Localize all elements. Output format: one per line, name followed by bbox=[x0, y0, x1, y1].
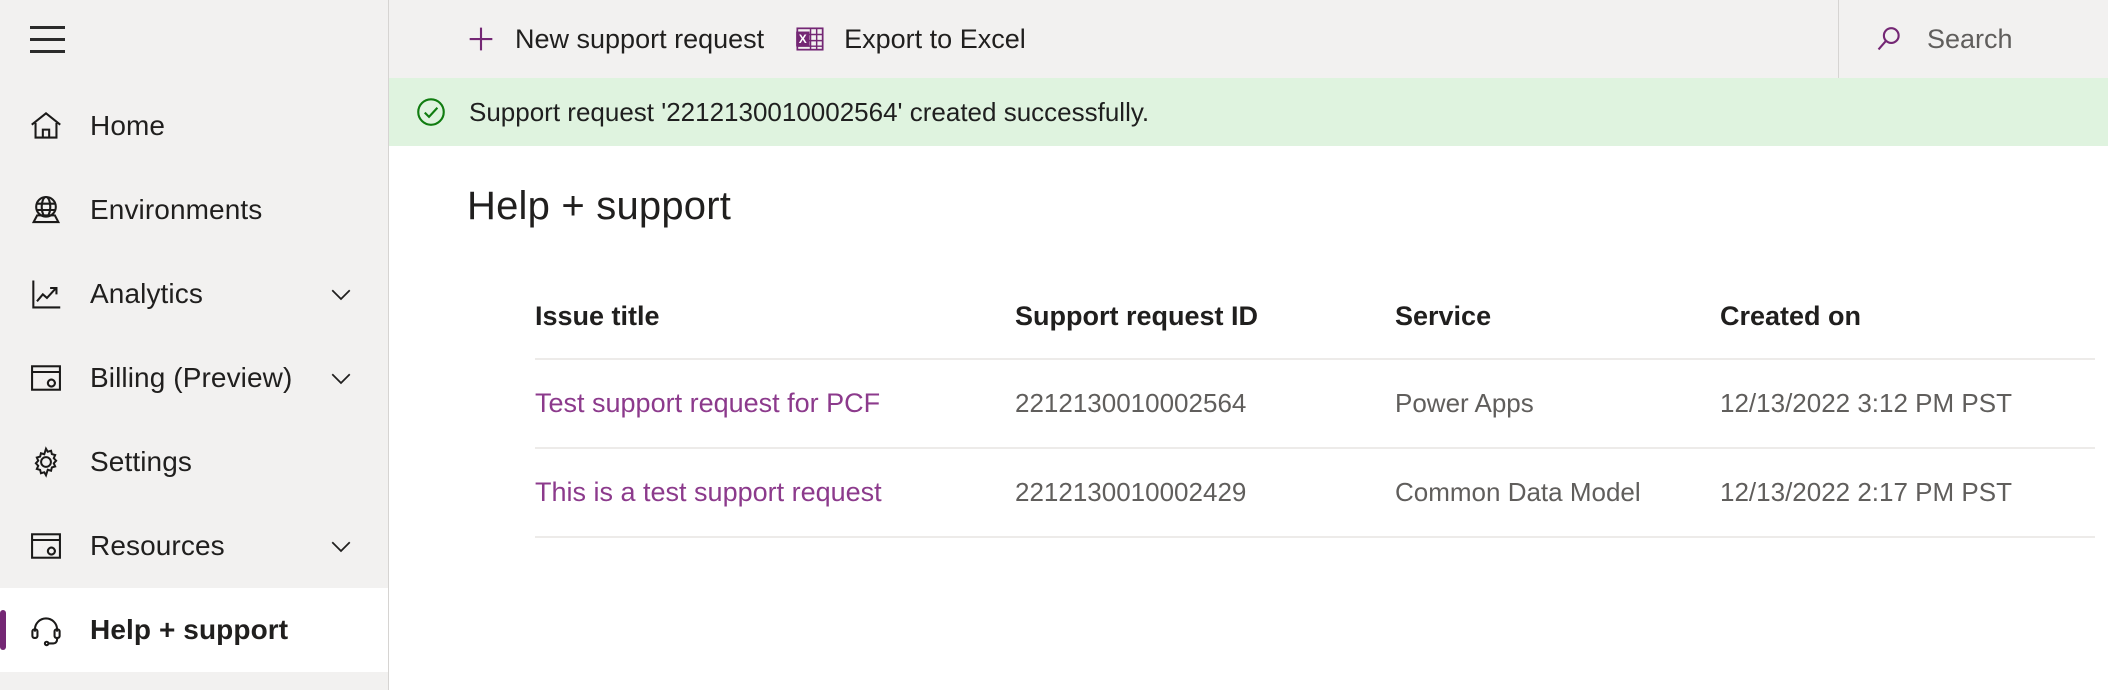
content-area: Help + support Issue title Support reque… bbox=[389, 146, 2108, 690]
cell-created-on: 12/13/2022 2:17 PM PST bbox=[1720, 448, 2095, 538]
table-row: Test support request for PCF 22121300100… bbox=[535, 359, 2095, 449]
sidebar-item-help-support[interactable]: Help + support bbox=[0, 588, 388, 672]
hamburger-icon[interactable] bbox=[8, 0, 86, 78]
sidebar-item-label: Resources bbox=[90, 530, 225, 561]
chevron-down-icon[interactable] bbox=[324, 361, 358, 395]
export-to-excel-button[interactable]: X Export to Excel bbox=[778, 10, 1040, 68]
hamburger-bar bbox=[29, 49, 65, 53]
support-requests-table-wrapper: Issue title Support request ID Service C… bbox=[535, 301, 2108, 538]
column-header-created-on[interactable]: Created on bbox=[1720, 301, 2095, 360]
table-row: This is a test support request 221213001… bbox=[535, 448, 2095, 538]
success-banner: Support request '2212130010002564' creat… bbox=[389, 78, 2108, 146]
sidebar-item-resources[interactable]: Resources bbox=[0, 504, 388, 588]
cell-support-request-id: 2212130010002564 bbox=[1015, 359, 1395, 449]
main-area: New support request X Export to Excel Se… bbox=[389, 0, 2108, 690]
search-placeholder: Search bbox=[1927, 23, 2013, 54]
sidebar-nav: Home Environments Analytics Billing (Pre… bbox=[0, 84, 388, 672]
issue-title-link[interactable]: This is a test support request bbox=[535, 477, 882, 507]
excel-icon: X bbox=[792, 21, 828, 57]
hamburger-bar bbox=[29, 37, 65, 41]
home-icon bbox=[22, 102, 70, 150]
support-requests-table: Issue title Support request ID Service C… bbox=[535, 301, 2095, 538]
column-header-issue-title[interactable]: Issue title bbox=[535, 301, 1015, 360]
plus-icon bbox=[463, 21, 499, 57]
sidebar-item-label: Home bbox=[90, 110, 166, 141]
resources-icon bbox=[22, 522, 70, 570]
cell-issue-title: Test support request for PCF bbox=[535, 359, 1015, 449]
table-header-row: Issue title Support request ID Service C… bbox=[535, 301, 2095, 360]
search-icon bbox=[1871, 21, 1907, 57]
export-to-excel-label: Export to Excel bbox=[844, 23, 1026, 54]
column-header-service[interactable]: Service bbox=[1395, 301, 1720, 360]
table-header: Issue title Support request ID Service C… bbox=[535, 301, 2095, 360]
sidebar-item-billing[interactable]: Billing (Preview) bbox=[0, 336, 388, 420]
column-header-support-request-id[interactable]: Support request ID bbox=[1015, 301, 1395, 360]
headset-icon bbox=[22, 606, 70, 654]
new-support-request-button[interactable]: New support request bbox=[449, 10, 778, 68]
issue-title-link[interactable]: Test support request for PCF bbox=[535, 388, 880, 418]
sidebar-item-home[interactable]: Home bbox=[0, 84, 388, 168]
sidebar-item-label: Analytics bbox=[90, 278, 203, 309]
hamburger-bar bbox=[29, 25, 65, 29]
svg-text:X: X bbox=[799, 32, 807, 46]
sidebar-item-label: Help + support bbox=[90, 614, 289, 645]
cell-support-request-id: 2212130010002429 bbox=[1015, 448, 1395, 538]
sidebar: Home Environments Analytics Billing (Pre… bbox=[0, 0, 389, 690]
chevron-down-icon[interactable] bbox=[324, 529, 358, 563]
sidebar-item-analytics[interactable]: Analytics bbox=[0, 252, 388, 336]
success-banner-message: Support request '2212130010002564' creat… bbox=[469, 96, 1150, 127]
app-root: Home Environments Analytics Billing (Pre… bbox=[0, 0, 2108, 690]
sidebar-item-label: Billing (Preview) bbox=[90, 362, 293, 393]
sidebar-item-settings[interactable]: Settings bbox=[0, 420, 388, 504]
new-support-request-label: New support request bbox=[515, 23, 765, 54]
cell-service: Power Apps bbox=[1395, 359, 1720, 449]
success-check-icon bbox=[411, 92, 451, 132]
chevron-down-icon[interactable] bbox=[324, 277, 358, 311]
sidebar-item-environments[interactable]: Environments bbox=[0, 168, 388, 252]
chart-line-icon bbox=[22, 270, 70, 318]
sidebar-item-label: Settings bbox=[90, 446, 192, 477]
cell-created-on: 12/13/2022 3:12 PM PST bbox=[1720, 359, 2095, 449]
search-input[interactable]: Search bbox=[1838, 0, 2108, 78]
globe-icon bbox=[22, 186, 70, 234]
sidebar-item-label: Environments bbox=[90, 194, 263, 225]
table-body: Test support request for PCF 22121300100… bbox=[535, 359, 2095, 538]
command-bar: New support request X Export to Excel Se… bbox=[389, 0, 2108, 78]
cell-service: Common Data Model bbox=[1395, 448, 1720, 538]
cell-issue-title: This is a test support request bbox=[535, 448, 1015, 538]
page-title: Help + support bbox=[467, 184, 732, 228]
gear-icon bbox=[22, 438, 70, 486]
billing-icon bbox=[22, 354, 70, 402]
